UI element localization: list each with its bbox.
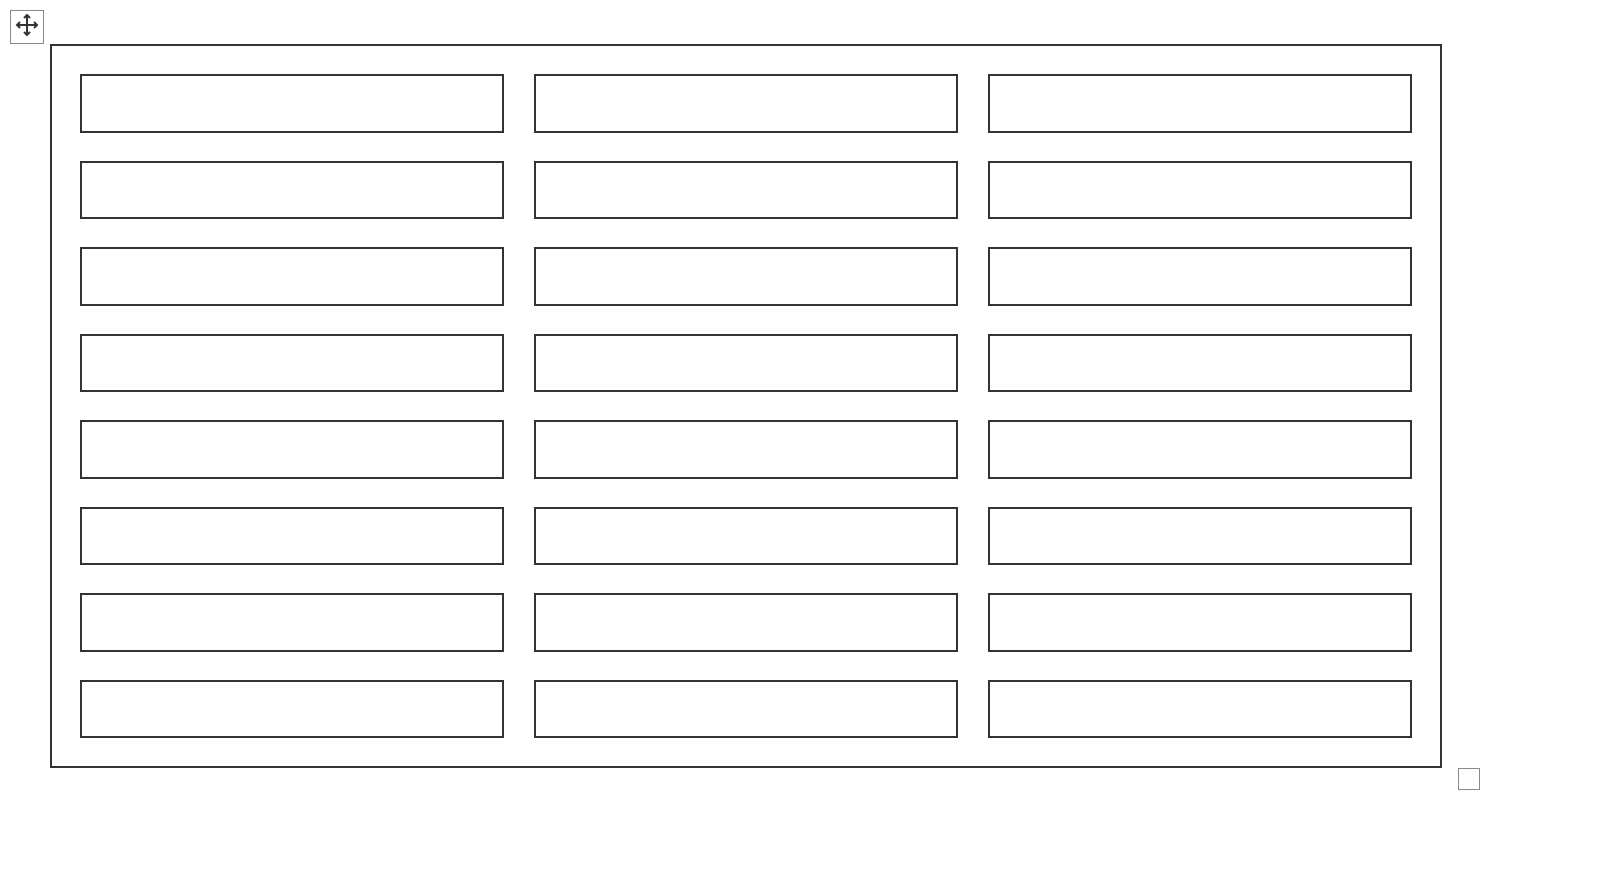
table-cell[interactable] — [988, 74, 1412, 133]
move-icon — [15, 13, 39, 42]
table-cell[interactable] — [534, 334, 958, 393]
move-handle[interactable] — [10, 10, 44, 44]
table-cell[interactable] — [80, 334, 504, 393]
table-cell[interactable] — [988, 507, 1412, 566]
table-cell[interactable] — [534, 680, 958, 739]
table-cell[interactable] — [534, 593, 958, 652]
table-cell[interactable] — [534, 247, 958, 306]
table-cell[interactable] — [80, 247, 504, 306]
table-cell[interactable] — [988, 593, 1412, 652]
table-cell[interactable] — [534, 74, 958, 133]
table-cell[interactable] — [988, 680, 1412, 739]
table-cell[interactable] — [80, 680, 504, 739]
table-cell[interactable] — [988, 247, 1412, 306]
resize-handle[interactable] — [1458, 768, 1480, 790]
table-cell[interactable] — [534, 420, 958, 479]
table-cell[interactable] — [80, 593, 504, 652]
table-cell[interactable] — [80, 74, 504, 133]
table-cell[interactable] — [534, 507, 958, 566]
table-cell[interactable] — [80, 420, 504, 479]
table-container[interactable] — [50, 44, 1442, 768]
table-cell[interactable] — [80, 507, 504, 566]
table-cell[interactable] — [988, 334, 1412, 393]
table-grid — [80, 74, 1412, 738]
table-cell[interactable] — [988, 420, 1412, 479]
table-cell[interactable] — [988, 161, 1412, 220]
table-cell[interactable] — [80, 161, 504, 220]
table-cell[interactable] — [534, 161, 958, 220]
